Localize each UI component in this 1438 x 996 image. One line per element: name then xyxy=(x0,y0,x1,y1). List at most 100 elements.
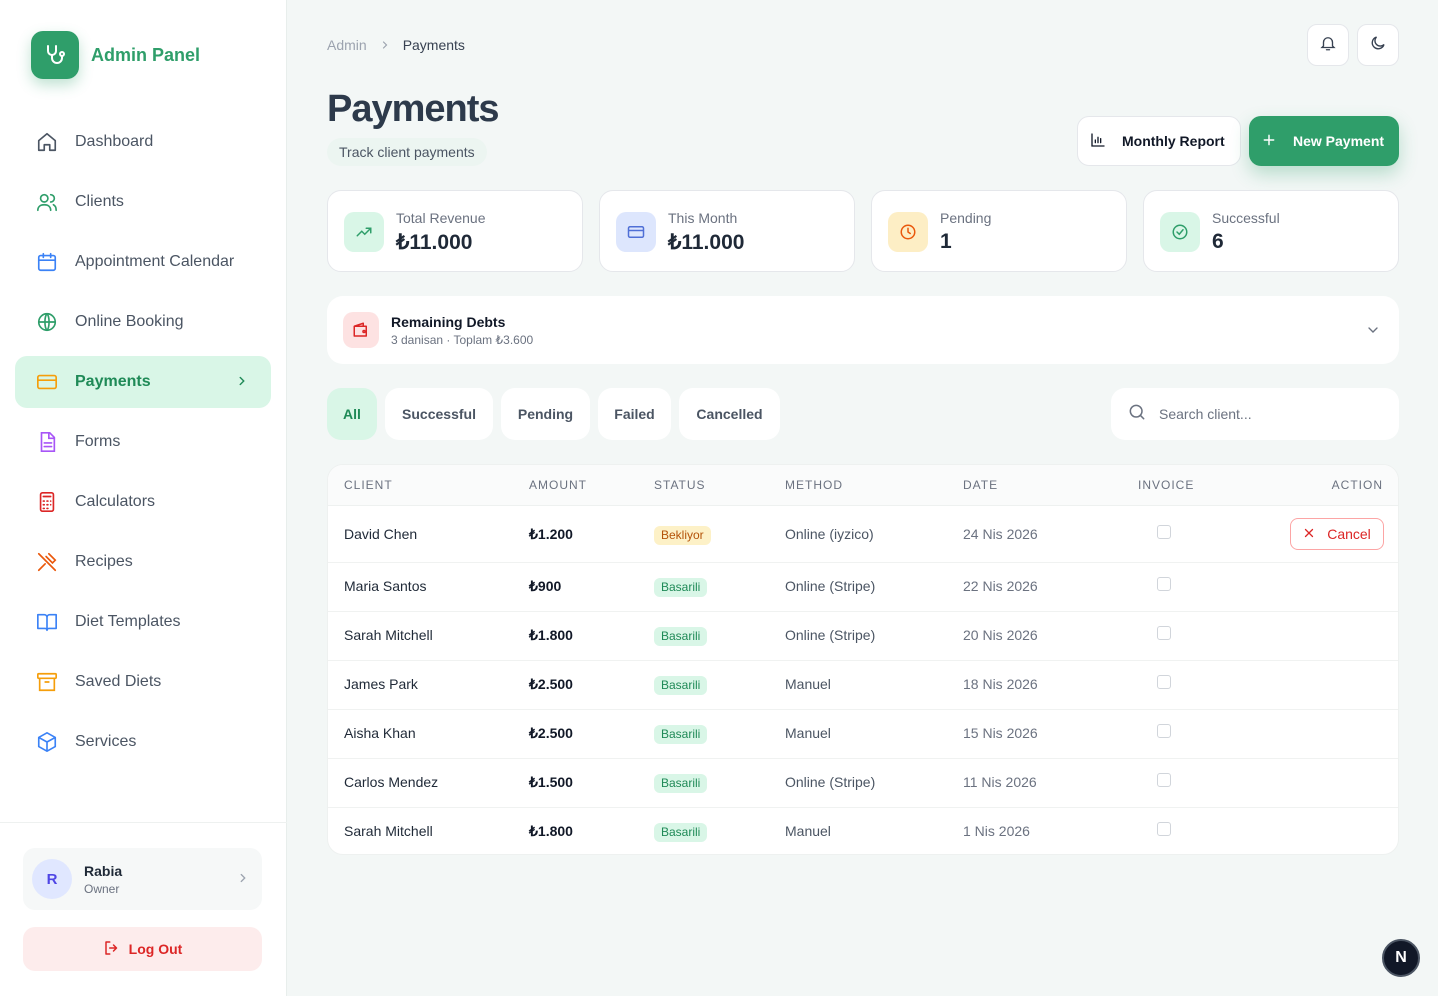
sidebar-item-diet-templates[interactable]: Diet Templates xyxy=(15,596,271,648)
stat-value: 1 xyxy=(940,230,952,253)
invoice-checkbox[interactable] xyxy=(1157,525,1171,539)
sidebar-item-clients[interactable]: Clients xyxy=(15,176,271,228)
sidebar-item-saved-diets[interactable]: Saved Diets xyxy=(15,656,271,708)
sidebar-item-label: Saved Diets xyxy=(75,673,162,690)
tab-failed[interactable]: Failed xyxy=(598,388,671,440)
table-row[interactable]: Sarah Mitchell ₺1.800 Basarili Manuel 1 … xyxy=(328,808,1398,854)
search-box xyxy=(1111,388,1399,440)
sidebar-item-appointment-calendar[interactable]: Appointment Calendar xyxy=(15,236,271,288)
main-content: Admin Payments Payments Track client pay… xyxy=(287,0,1438,996)
page-title: Payments xyxy=(327,88,500,130)
stat-card-successful: Successful 6 xyxy=(1143,190,1399,272)
wallet-icon xyxy=(343,312,379,348)
invoice-checkbox[interactable] xyxy=(1157,773,1171,787)
dev-tools-badge[interactable]: N xyxy=(1382,939,1420,977)
new-payment-button[interactable]: New Payment xyxy=(1249,116,1399,166)
invoice-checkbox[interactable] xyxy=(1157,822,1171,836)
tab-successful[interactable]: Successful xyxy=(385,388,493,440)
logout-icon xyxy=(103,939,129,960)
cell-method: Online (iyzico) xyxy=(785,526,874,542)
sidebar: Admin Panel Dashboard Clients Appointmen… xyxy=(0,0,287,996)
table-row[interactable]: David Chen ₺1.200 Bekliyor Online (iyzic… xyxy=(328,506,1398,563)
page-subtitle: Track client payments xyxy=(327,138,487,166)
invoice-checkbox[interactable] xyxy=(1157,675,1171,689)
invoice-checkbox[interactable] xyxy=(1157,577,1171,591)
cell-method: Manuel xyxy=(785,676,831,692)
sidebar-item-services[interactable]: Services xyxy=(15,716,271,768)
trending-up-icon xyxy=(344,212,384,252)
stat-label: Total Revenue xyxy=(396,210,486,226)
new-payment-label: New Payment xyxy=(1293,133,1385,149)
cell-amount: ₺2.500 xyxy=(529,676,573,692)
stat-value: ₺11.000 xyxy=(668,231,745,254)
search-input[interactable] xyxy=(1159,406,1379,422)
package-icon xyxy=(35,730,59,754)
notifications-button[interactable] xyxy=(1307,24,1349,66)
cell-method: Manuel xyxy=(785,725,831,741)
sidebar-item-online-booking[interactable]: Online Booking xyxy=(15,296,271,348)
sidebar-item-payments[interactable]: Payments xyxy=(15,356,271,408)
column-header-client: CLIENT xyxy=(344,478,393,492)
sidebar-item-calculators[interactable]: Calculators xyxy=(15,476,271,528)
stat-label: Pending xyxy=(940,210,992,226)
calendar-icon xyxy=(35,250,59,274)
table-row[interactable]: Sarah Mitchell ₺1.800 Basarili Online (S… xyxy=(328,612,1398,661)
cell-amount: ₺1.200 xyxy=(529,526,573,542)
cancel-button[interactable]: Cancel xyxy=(1290,518,1384,550)
sidebar-item-label: Payments xyxy=(75,373,151,390)
tab-all[interactable]: All xyxy=(327,388,377,440)
sidebar-item-forms[interactable]: Forms xyxy=(15,416,271,468)
table-row[interactable]: Maria Santos ₺900 Basarili Online (Strip… xyxy=(328,563,1398,612)
stethoscope-icon xyxy=(31,31,79,79)
tab-pending[interactable]: Pending xyxy=(501,388,590,440)
cell-client: James Park xyxy=(344,676,418,692)
invoice-checkbox[interactable] xyxy=(1157,724,1171,738)
cell-date: 11 Nis 2026 xyxy=(963,774,1037,790)
breadcrumb-admin[interactable]: Admin xyxy=(327,37,367,53)
sidebar-item-label: Appointment Calendar xyxy=(75,253,235,270)
cell-client: Sarah Mitchell xyxy=(344,823,433,839)
sidebar-nav: Dashboard Clients Appointment Calendar O… xyxy=(15,116,271,776)
table-row[interactable]: Aisha Khan ₺2.500 Basarili Manuel 15 Nis… xyxy=(328,710,1398,759)
moon-icon xyxy=(1369,34,1387,57)
remaining-debts-panel[interactable]: Remaining Debts 3 danisan · Toplam ₺3.60… xyxy=(327,296,1399,364)
cell-client: Maria Santos xyxy=(344,578,427,594)
status-badge: Basarili xyxy=(654,774,708,793)
tab-cancelled[interactable]: Cancelled xyxy=(679,388,780,440)
column-header-amount: AMOUNT xyxy=(529,478,587,492)
sidebar-item-dashboard[interactable]: Dashboard xyxy=(15,116,271,168)
cell-amount: ₺2.500 xyxy=(529,725,573,741)
user-card[interactable]: R Rabia Owner xyxy=(23,848,262,910)
cell-amount: ₺900 xyxy=(529,578,562,594)
table-row[interactable]: James Park ₺2.500 Basarili Manuel 18 Nis… xyxy=(328,661,1398,710)
cell-method: Online (Stripe) xyxy=(785,627,876,643)
cell-client: David Chen xyxy=(344,526,418,542)
monthly-report-button[interactable]: Monthly Report xyxy=(1077,116,1241,166)
table-row[interactable]: Carlos Mendez ₺1.500 Basarili Online (St… xyxy=(328,759,1398,808)
bar-chart-icon xyxy=(1090,132,1122,151)
cell-amount: ₺1.500 xyxy=(529,774,573,790)
logout-button[interactable]: Log Out xyxy=(23,927,262,971)
user-name: Rabia xyxy=(84,862,123,879)
cell-date: 18 Nis 2026 xyxy=(963,676,1038,692)
cell-method: Manuel xyxy=(785,823,831,839)
stat-label: This Month xyxy=(668,210,738,226)
cell-client: Aisha Khan xyxy=(344,725,416,741)
sidebar-item-label: Dashboard xyxy=(75,133,154,150)
brand[interactable]: Admin Panel xyxy=(31,31,200,79)
cell-date: 1 Nis 2026 xyxy=(963,823,1030,839)
sidebar-item-recipes[interactable]: Recipes xyxy=(15,536,271,588)
table-header: CLIENT AMOUNT STATUS METHOD DATE INVOICE… xyxy=(328,465,1398,506)
payments-table: CLIENT AMOUNT STATUS METHOD DATE INVOICE… xyxy=(327,464,1399,855)
globe-icon xyxy=(35,310,59,334)
invoice-checkbox[interactable] xyxy=(1157,626,1171,640)
credit-card-icon xyxy=(616,212,656,252)
sidebar-item-label: Services xyxy=(75,733,137,750)
column-header-invoice: INVOICE xyxy=(1138,478,1195,492)
theme-toggle-button[interactable] xyxy=(1357,24,1399,66)
monthly-report-label: Monthly Report xyxy=(1122,133,1225,149)
brand-title: Admin Panel xyxy=(91,44,201,65)
debts-subtitle: 3 danisan · Toplam ₺3.600 xyxy=(391,333,534,347)
column-header-action: ACTION xyxy=(1331,478,1383,492)
status-badge: Basarili xyxy=(654,578,708,597)
